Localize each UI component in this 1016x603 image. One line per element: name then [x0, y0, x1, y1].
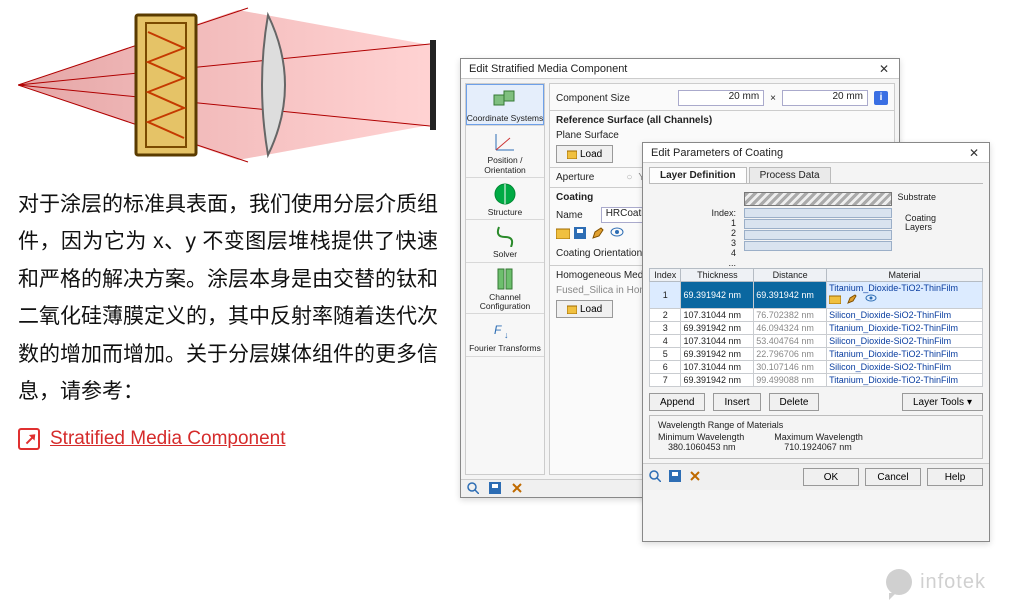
insert-button[interactable]: Insert: [713, 393, 760, 411]
watermark: infotek: [886, 569, 986, 595]
wavelength-range-box: Wavelength Range of Materials Minimum Wa…: [649, 415, 983, 459]
zoom-icon[interactable]: [467, 482, 481, 496]
window-title: Edit Parameters of Coating: [651, 147, 783, 159]
tab-layer-definition[interactable]: Layer Definition: [649, 167, 747, 183]
times-symbol: ×: [770, 93, 776, 104]
sidebar: Coordinate Systems Position / Orientatio…: [465, 83, 545, 475]
watermark-icon: [886, 569, 912, 595]
index-label: Index:: [711, 208, 736, 218]
layers-diagram: Index:1 2 3 4 ... Substrate Coating Laye…: [696, 192, 936, 262]
ok-button[interactable]: OK: [803, 468, 859, 486]
view-icon[interactable]: [610, 227, 624, 241]
table-row[interactable]: 569.391942 nm22.796706 nmTitanium_Dioxid…: [650, 348, 983, 361]
table-row[interactable]: 169.391942 nm69.391942 nmTitanium_Dioxid…: [650, 282, 983, 309]
info-icon[interactable]: i: [874, 91, 888, 105]
append-button[interactable]: Append: [649, 393, 705, 411]
sidebar-item-structure[interactable]: Structure: [466, 178, 544, 220]
coating-orientation-label: Coating Orientation: [556, 248, 642, 259]
component-size-b-input[interactable]: 20 mm: [782, 90, 868, 106]
coating-section-label: Coating: [556, 192, 593, 203]
sidebar-item-coord-systems[interactable]: Coordinate Systems: [466, 84, 544, 126]
sidebar-item-solver[interactable]: Solver: [466, 220, 544, 262]
svg-text:F: F: [494, 323, 502, 337]
edit-icon[interactable]: [847, 294, 859, 306]
folder-icon[interactable]: [829, 294, 841, 306]
button-label: Load: [580, 304, 602, 315]
link-label: Stratified Media Component: [50, 428, 286, 450]
titlebar[interactable]: Edit Stratified Media Component ✕: [461, 59, 899, 79]
sidebar-item-label: Structure: [488, 207, 523, 217]
table-row[interactable]: 6107.31044 nm30.107146 nmSilicon_Dioxide…: [650, 361, 983, 374]
substrate-label: Substrate: [897, 192, 936, 202]
sidebar-item-label: Coordinate Systems: [467, 113, 544, 123]
table-row[interactable]: 769.391942 nm99.499088 nmTitanium_Dioxid…: [650, 374, 983, 387]
close-icon[interactable]: ✕: [875, 62, 893, 76]
sidebar-item-channel-config[interactable]: Channel Configuration: [466, 263, 544, 315]
layer-rect[interactable]: [744, 230, 892, 240]
component-size-a-input[interactable]: 20 mm: [678, 90, 764, 106]
sidebar-item-fourier[interactable]: F↓ Fourier Transforms: [466, 314, 544, 356]
sidebar-item-label: Position / Orientation: [484, 155, 526, 174]
cancel-button[interactable]: Cancel: [865, 468, 921, 486]
sidebar-item-label: Solver: [493, 249, 517, 259]
layer-tools-button[interactable]: Layer Tools ▾: [902, 393, 983, 411]
table-row[interactable]: 369.391942 nm46.094324 nmTitanium_Dioxid…: [650, 322, 983, 335]
window-title: Edit Stratified Media Component: [469, 63, 627, 75]
table-row[interactable]: 4107.31044 nm53.404764 nmSilicon_Dioxide…: [650, 335, 983, 348]
disk-icon[interactable]: [489, 482, 503, 496]
wavelength-range-title: Wavelength Range of Materials: [658, 420, 974, 430]
layer-rect[interactable]: [744, 208, 892, 218]
coating-layers-label: Coating Layers: [905, 214, 936, 233]
aperture-label: Aperture: [556, 172, 594, 183]
disk-icon[interactable]: [669, 470, 683, 484]
edit-coating-parameters-window: Edit Parameters of Coating ✕ Layer Defin…: [642, 142, 990, 542]
load-button-surface[interactable]: Load: [556, 145, 613, 163]
tools-icon[interactable]: [689, 470, 703, 484]
folder-icon[interactable]: [556, 227, 570, 241]
sidebar-item-position[interactable]: Position / Orientation: [466, 126, 544, 178]
tab-process-data[interactable]: Process Data: [749, 167, 831, 183]
max-wavelength-value: 710.1924067 nm: [774, 442, 863, 452]
view-icon[interactable]: [865, 294, 877, 306]
layer-rect[interactable]: [744, 219, 892, 229]
optics-diagram: [18, 0, 438, 170]
close-icon[interactable]: ✕: [965, 146, 983, 160]
save-icon[interactable]: [574, 227, 588, 241]
col-thickness[interactable]: Thickness: [681, 269, 754, 282]
tabs: Layer Definition Process Data: [649, 167, 983, 184]
zoom-icon[interactable]: [649, 470, 663, 484]
paragraph-cn: 对于涂层的标准具表面，我们使用分层介质组件，因为它为 x、y 不变图层堆栈提供了…: [18, 186, 438, 410]
svg-text:↓: ↓: [504, 330, 509, 340]
col-index[interactable]: Index: [650, 269, 681, 282]
delete-button[interactable]: Delete: [769, 393, 820, 411]
layer-table: Index Thickness Distance Material 169.39…: [649, 268, 983, 387]
layer-rect[interactable]: [744, 241, 892, 251]
watermark-text: infotek: [920, 571, 986, 594]
edit-icon[interactable]: [592, 227, 606, 241]
reference-surface-label: Reference Surface (all Channels): [556, 115, 712, 126]
button-label: Load: [580, 149, 602, 160]
titlebar[interactable]: Edit Parameters of Coating ✕: [643, 143, 989, 163]
tools-icon[interactable]: [511, 482, 525, 496]
external-link-icon: [18, 428, 40, 450]
sidebar-item-label: Channel Configuration: [480, 292, 531, 311]
min-wavelength-label: Minimum Wavelength: [658, 432, 744, 442]
component-size-label: Component Size: [556, 93, 630, 104]
stratified-media-link[interactable]: Stratified Media Component: [18, 428, 438, 450]
plane-surface-label: Plane Surface: [556, 130, 619, 141]
max-wavelength-label: Maximum Wavelength: [774, 432, 863, 442]
table-row[interactable]: 2107.31044 nm76.702382 nmSilicon_Dioxide…: [650, 309, 983, 322]
help-button[interactable]: Help: [927, 468, 983, 486]
col-material[interactable]: Material: [827, 269, 983, 282]
min-wavelength-value: 380.1060453 nm: [658, 442, 744, 452]
name-label: Name: [556, 210, 583, 221]
col-distance[interactable]: Distance: [754, 269, 827, 282]
aperture-radio[interactable]: ○: [626, 172, 632, 183]
index-numbers: 1 2 3 4 ...: [728, 218, 736, 268]
load-button-medium[interactable]: Load: [556, 300, 613, 318]
sidebar-item-label: Fourier Transforms: [469, 343, 541, 353]
button-label: Layer Tools: [913, 397, 964, 408]
